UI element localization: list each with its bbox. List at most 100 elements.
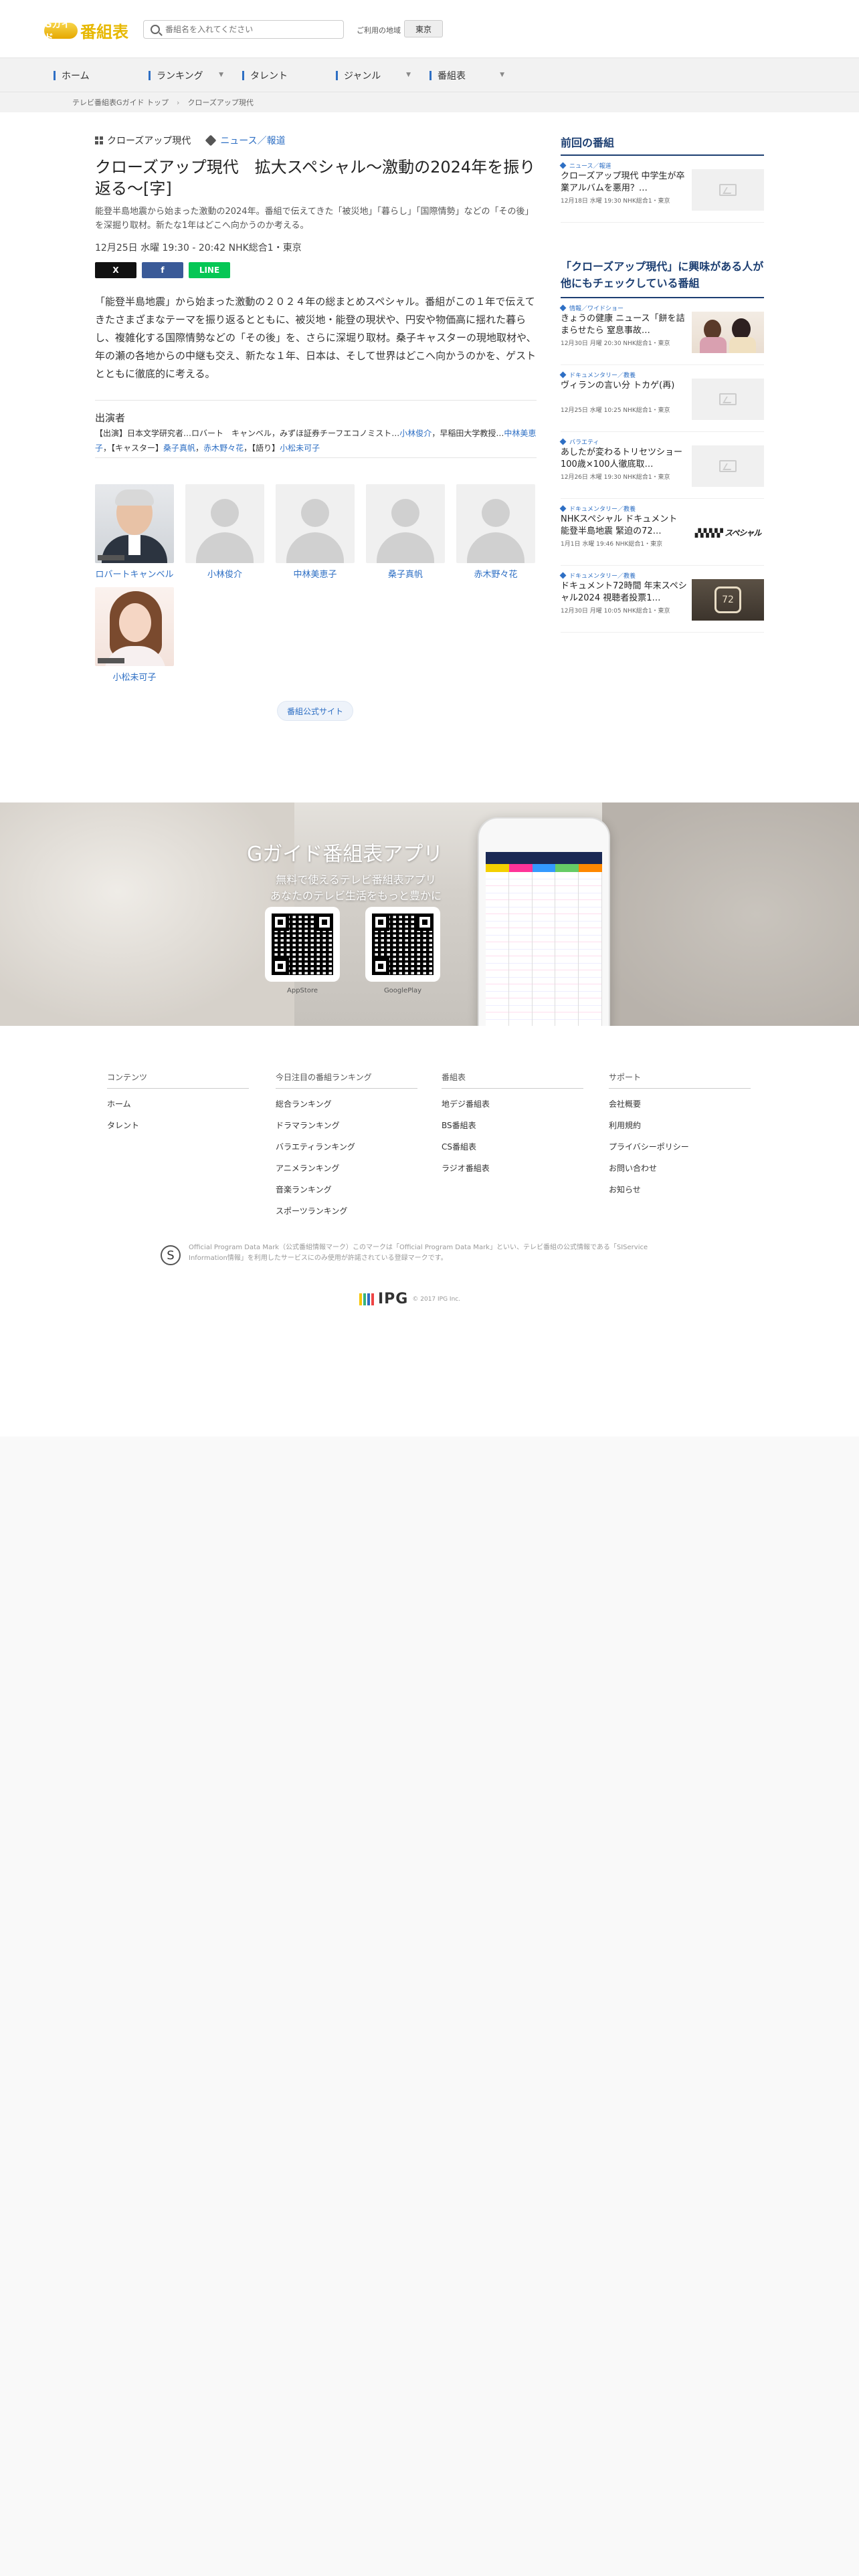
program-meta: 1月1日 水曜 19:46 NHK総合1・東京 [561, 540, 663, 548]
genre-label: ドキュメンタリー／教養 [561, 370, 636, 379]
global-nav: ホーム ランキング ▼ タレント ジャンル ▼ 番組表 ▼ [0, 58, 859, 92]
footer-link[interactable]: 利用規約 [609, 1119, 751, 1141]
cast-person-name[interactable]: 小林俊介 [185, 567, 264, 580]
prev-program[interactable]: ニュース／報道 クローズアップ現代 中学生が卒業アルバムを悪用？… 12月18日… [561, 156, 764, 223]
footer-link[interactable]: ホーム [107, 1098, 249, 1119]
region-button[interactable]: 東京 [404, 20, 443, 37]
cast-person[interactable]: 赤木野々花 [456, 484, 535, 580]
program-title[interactable]: クローズアップ現代 中学生が卒業アルバムを悪用？… [561, 171, 688, 195]
nav-talent[interactable]: タレント [242, 58, 317, 93]
cast-photo-placeholder [276, 484, 355, 563]
app-sub-line: 無料で使えるテレビ番組表アプリ [276, 873, 436, 886]
nav-ranking[interactable]: ランキング ▼ [149, 58, 223, 93]
cast-person[interactable]: ロバートキャンベル [95, 484, 174, 580]
footer-link[interactable]: CS番組表 [442, 1141, 583, 1162]
nav-marker [54, 71, 56, 80]
footer-link[interactable]: バラエティランキング [276, 1141, 417, 1162]
chevron-down-icon: ▼ [500, 72, 504, 78]
program-airtime: 12月25日 水曜 19:30 - 20:42 NHK総合1・東京 [95, 243, 302, 253]
footer-heading: 番組表 [442, 1071, 583, 1089]
thumbnail: ▞▞▞▞▞ スペシャル [692, 512, 764, 554]
related-program[interactable]: ドキュメンタリー／教養 NHKスペシャル ドキュメント 能登半島地震 緊迫の72…… [561, 499, 764, 566]
related-program[interactable]: ドキュメンタリー／教養 ヴィランの言い分 トカゲ(再) 12月25日 水曜 10:2… [561, 365, 764, 432]
share-x-button[interactable]: X [95, 262, 136, 278]
search-box[interactable] [143, 20, 344, 39]
program-title[interactable]: NHKスペシャル ドキュメント 能登半島地震 緊迫の72… [561, 514, 688, 538]
footer-link[interactable]: 地デジ番組表 [442, 1098, 583, 1119]
genre-label: ドキュメンタリー／教養 [561, 571, 636, 580]
nav-schedule[interactable]: 番組表 ▼ [430, 58, 504, 93]
googleplay-qr-code[interactable] [365, 907, 440, 982]
share-facebook-button[interactable]: f [142, 262, 183, 278]
cast-person-name[interactable]: 桑子真帆 [366, 567, 445, 580]
footer-link[interactable]: アニメランキング [276, 1162, 417, 1184]
cast-person[interactable]: 小林俊介 [185, 484, 264, 580]
cast-person[interactable]: 桑子真帆 [366, 484, 445, 580]
program-body: 「能登半島地震」から始まった激動の２０２４年の総まとめスペシャル。番組がこの１年… [95, 296, 537, 380]
footer-link[interactable]: 音楽ランキング [276, 1184, 417, 1205]
ipg-logo: IPG © 2017 IPG Inc. [359, 1291, 460, 1307]
footer-link[interactable]: スポーツランキング [276, 1205, 417, 1226]
share-line-button[interactable]: LINE [189, 262, 230, 278]
program-title[interactable]: ヴィランの言い分 トカゲ(再) [561, 380, 688, 404]
footer-link[interactable]: お知らせ [609, 1184, 751, 1205]
genre-label: ドキュメンタリー／教養 [561, 504, 636, 513]
appstore-label: AppStore [287, 987, 318, 994]
region-label: ご利用の地域 [357, 26, 401, 35]
footer-column: 番組表地デジ番組表 BS番組表 CS番組表 ラジオ番組表 [442, 1071, 583, 1184]
app-banner: Gガイド番組表アプリ 無料で使えるテレビ番組表アプリ あなたのテレビ生活をもっと… [0, 802, 859, 1026]
cast-person[interactable]: 小松未可子 [95, 587, 174, 683]
cast-person[interactable]: 中林美恵子 [276, 484, 355, 580]
cast-text-part: ， [195, 443, 204, 453]
official-site-button[interactable]: 番組公式サイト [277, 701, 353, 721]
thumbnail [692, 169, 764, 211]
program-title[interactable]: あしたが変わるトリセツショー100歳×100人徹底取… [561, 447, 688, 471]
search-input[interactable] [165, 25, 332, 34]
series-link[interactable]: クローズアップ現代 [107, 134, 191, 147]
footer-link[interactable]: 会社概要 [609, 1098, 751, 1119]
cast-person-name[interactable]: 中林美恵子 [276, 567, 355, 580]
cast-person-name[interactable]: ロバートキャンベル [95, 567, 174, 580]
image-placeholder-icon [719, 459, 737, 472]
cast-name-link[interactable]: 小林俊介 [399, 429, 432, 438]
nav-marker [149, 71, 151, 80]
divider [95, 400, 537, 401]
cast-name-link[interactable]: 赤木野々花 [203, 443, 244, 453]
footer-column: コンテンツホーム タレント [107, 1071, 249, 1141]
breadcrumb-top[interactable]: テレビ番組表Gガイド トップ [72, 97, 169, 108]
footer-link[interactable]: お問い合わせ [609, 1162, 751, 1184]
related-program[interactable]: 情報／ワイドショー きょうの健康 ニュース「餅を詰まらせたら 窒息事故… 12月30… [561, 298, 764, 365]
cast-person-name[interactable]: 赤木野々花 [456, 567, 535, 580]
cast-name-link[interactable]: 桑子真帆 [163, 443, 195, 453]
ipg-name: IPG [378, 1291, 409, 1307]
footer-link[interactable]: タレント [107, 1119, 249, 1141]
footer-link[interactable]: BS番組表 [442, 1119, 583, 1141]
nav-home[interactable]: ホーム [54, 58, 147, 93]
nav-label: タレント [250, 71, 288, 82]
cast-name-link[interactable]: 小松未可子 [280, 443, 320, 453]
nav-genre[interactable]: ジャンル ▼ [336, 58, 411, 93]
footer-link[interactable]: プライバシーポリシー [609, 1141, 751, 1162]
appstore-qr-code[interactable] [265, 907, 340, 982]
footer-link[interactable]: 総合ランキング [276, 1098, 417, 1119]
nav-label: ジャンル [344, 71, 381, 82]
footer-link[interactable]: ラジオ番組表 [442, 1162, 583, 1184]
program-title[interactable]: きょうの健康 ニュース「餅を詰まらせたら 窒息事故… [561, 313, 688, 337]
site-logo[interactable]: Gガイド 番組表 [44, 19, 128, 43]
genre-link[interactable]: ニュース／報道 [220, 134, 285, 147]
footer-heading: コンテンツ [107, 1071, 249, 1089]
official-data-mark-icon: S [161, 1245, 181, 1265]
cast-person-name[interactable]: 小松未可子 [95, 670, 174, 683]
related-program[interactable]: ドキュメンタリー／教養 ドキュメント72時間 年末スペシャル2024 視聴者投票1… [561, 566, 764, 633]
divider [95, 457, 537, 458]
cast-photo-placeholder [366, 484, 445, 563]
thumbnail: 72 [692, 578, 764, 621]
nav-label: ランキング [157, 71, 203, 82]
nav-marker [336, 71, 338, 80]
related-program[interactable]: バラエティ あしたが変わるトリセツショー100歳×100人徹底取… 12月26日 木… [561, 432, 764, 499]
footer-heading: サポート [609, 1071, 751, 1089]
program-title[interactable]: ドキュメント72時間 年末スペシャル2024 視聴者投票1… [561, 580, 688, 605]
nav-label: ホーム [62, 71, 90, 82]
cast-text-part: ，【キャスター】 [103, 443, 164, 453]
footer-link[interactable]: ドラマランキング [276, 1119, 417, 1141]
